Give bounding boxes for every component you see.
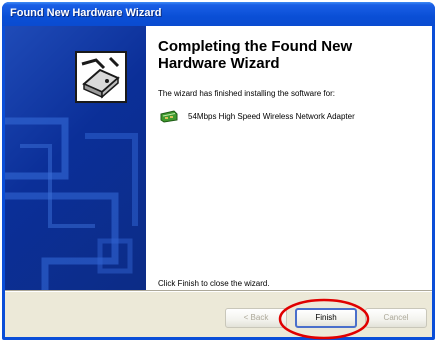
- title-bar[interactable]: Found New Hardware Wizard: [2, 2, 435, 26]
- finish-instruction: Click Finish to close the wizard.: [158, 279, 270, 288]
- back-button[interactable]: < Back: [225, 308, 287, 328]
- page-title: Completing the Found New Hardware Wizard: [158, 38, 353, 72]
- button-separator: [5, 290, 432, 292]
- device-name: 54Mbps High Speed Wireless Network Adapt…: [188, 112, 355, 121]
- hardware-wizard-icon: [75, 51, 127, 103]
- cancel-button[interactable]: Cancel: [365, 308, 427, 328]
- network-adapter-icon: [160, 110, 178, 123]
- intro-text: The wizard has finished installing the s…: [158, 89, 335, 98]
- window-title: Found New Hardware Wizard: [10, 7, 162, 19]
- wizard-window: Found New Hardware Wizard Completing the…: [2, 2, 435, 340]
- wizard-body: Completing the Found New Hardware Wizard…: [5, 26, 432, 337]
- wizard-content: Completing the Found New Hardware Wizard…: [146, 26, 432, 290]
- finish-button[interactable]: Finish: [295, 308, 357, 328]
- wizard-banner: [5, 26, 146, 290]
